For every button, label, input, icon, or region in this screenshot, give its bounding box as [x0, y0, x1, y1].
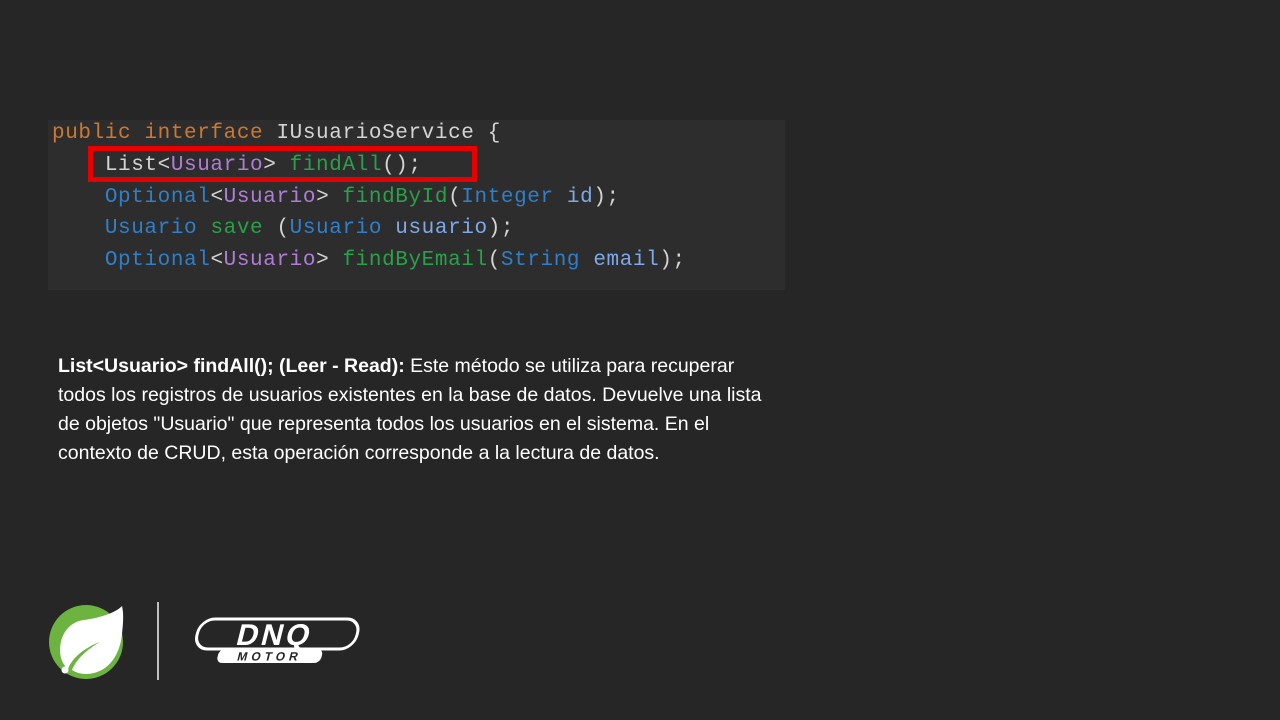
open-brace: {	[487, 122, 501, 145]
paren-open: (	[276, 217, 290, 240]
generic-open: <	[210, 186, 224, 209]
type-optional: Optional	[104, 186, 211, 209]
line-terminator: );	[659, 249, 686, 272]
paren-open: (	[487, 249, 501, 272]
findall-highlight-box	[88, 146, 477, 182]
param-type-integer: Integer	[461, 186, 554, 209]
dnq-motor-logo-icon: DNQ MOTOR	[195, 617, 360, 664]
method-description: List<Usuario> findAll(); (Leer - Read): …	[58, 352, 773, 468]
param-name-id: id	[566, 186, 594, 209]
motor-logo-text: MOTOR	[236, 650, 304, 664]
line-terminator: );	[593, 186, 620, 209]
type-optional: Optional	[104, 249, 211, 272]
code-line-interface-declaration: public interface IUsuarioService {	[52, 121, 501, 147]
param-name-email: email	[593, 249, 660, 272]
type-usuario: Usuario	[104, 217, 198, 240]
spring-leaf-icon	[49, 605, 124, 679]
generic-usuario: Usuario	[223, 186, 317, 209]
keyword-public: public	[52, 122, 132, 145]
code-snippet: public interface IUsuarioService { List<…	[48, 120, 785, 290]
generic-usuario: Usuario	[223, 249, 317, 272]
generic-close: >	[316, 186, 330, 209]
code-line-findbyemail: Optional<Usuario> findByEmail(String ema…	[52, 248, 686, 274]
method-save: save	[210, 217, 264, 240]
method-findbyid: findById	[342, 186, 449, 209]
spring-logo	[48, 602, 128, 680]
line-terminator: );	[487, 217, 515, 240]
logo-divider	[157, 602, 159, 680]
generic-open: <	[210, 249, 224, 272]
param-type-usuario: Usuario	[289, 217, 383, 240]
keyword-interface: interface	[144, 122, 264, 145]
generic-close: >	[316, 249, 330, 272]
paren-open: (	[448, 186, 462, 209]
code-line-findbyid: Optional<Usuario> findById(Integer id);	[52, 185, 620, 211]
dnq-motor-logo: DNQ MOTOR	[182, 615, 366, 667]
dnq-logo-text: DNQ	[233, 618, 317, 651]
param-name-usuario: usuario	[395, 217, 488, 240]
description-heading: List<Usuario> findAll(); (Leer - Read):	[58, 355, 405, 377]
method-findbyemail: findByEmail	[342, 249, 488, 272]
interface-name: IUsuarioService	[276, 122, 475, 145]
param-type-string: String	[500, 249, 581, 272]
code-line-save: Usuario save (Usuario usuario);	[52, 216, 514, 242]
